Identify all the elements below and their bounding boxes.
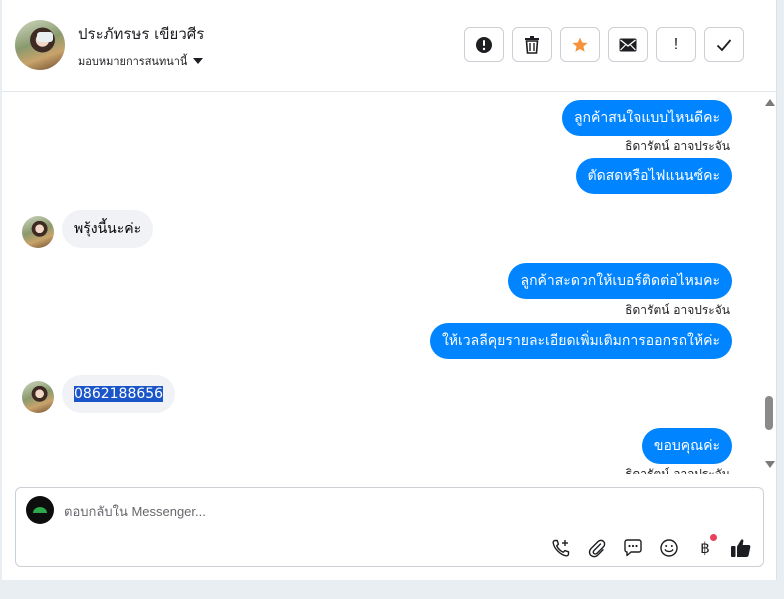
phone-plus-icon[interactable]	[549, 536, 573, 560]
check-icon	[716, 38, 732, 51]
notification-dot	[710, 534, 717, 541]
trash-icon	[525, 35, 539, 54]
incoming-message[interactable]: พรุ้งนี้นะค่ะ	[62, 210, 154, 248]
mark-unread-button[interactable]	[608, 27, 648, 62]
contact-avatar-small[interactable]	[22, 216, 54, 248]
assign-conversation-dropdown[interactable]: มอบหมายการสนทนานี้	[78, 52, 204, 70]
caret-down-icon	[193, 58, 204, 64]
reply-composer: ฿	[15, 487, 764, 567]
follow-up-button[interactable]: !	[656, 27, 696, 62]
sender-name: ธิดารัตน์ อาจประจัน	[625, 139, 730, 153]
page-logo-icon	[33, 507, 47, 513]
selected-phone-number[interactable]: 0862188656	[74, 386, 164, 402]
outgoing-message[interactable]: ลูกค้าสะดวกให้เบอร์ติดต่อไหมคะ	[508, 263, 732, 299]
report-button[interactable]	[464, 27, 504, 62]
baht-icon[interactable]: ฿	[693, 534, 717, 560]
thumbs-up-icon[interactable]	[729, 536, 753, 560]
contact-name[interactable]: ประภัทรษร เขียวศีร	[78, 22, 204, 46]
message-scrollbar[interactable]	[762, 96, 776, 470]
outgoing-message[interactable]: ให้เวลลีคุยรายละเอียดเพิ่มเติมการออกรถให…	[429, 323, 732, 359]
sender-name: ธิดารัตน์ อาจประจัน	[625, 303, 730, 317]
outgoing-message[interactable]: ขอบคุณค่ะ	[641, 428, 732, 464]
paperclip-icon[interactable]	[585, 536, 609, 560]
star-icon	[572, 37, 588, 52]
baht-glyph: ฿	[700, 539, 710, 557]
sender-name: ธิดารัตน์ อาจประจัน	[625, 467, 730, 474]
outgoing-message[interactable]: ตัดสดหรือไฟแนนซ์คะ	[575, 158, 732, 194]
delete-button[interactable]	[512, 27, 552, 62]
scroll-down-arrow-icon[interactable]	[765, 461, 775, 468]
emoji-icon[interactable]	[657, 536, 681, 560]
envelope-icon	[619, 38, 637, 51]
done-button[interactable]	[704, 27, 744, 62]
message-list[interactable]: ลูกค้าสนใจแบบไหนดีคะ ธิดารัตน์ อาจประจัน…	[2, 92, 760, 474]
outgoing-message[interactable]: ลูกค้าสนใจแบบไหนดีคะ	[561, 100, 732, 136]
page-avatar	[26, 496, 54, 524]
composer-toolbar: ฿	[549, 534, 753, 560]
scroll-up-arrow-icon[interactable]	[765, 99, 775, 106]
incoming-message[interactable]: 0862188656	[62, 375, 176, 413]
contact-avatar-small[interactable]	[22, 381, 54, 413]
star-button[interactable]	[560, 27, 600, 62]
conversation-panel: ประภัทรษร เขียวศีร มอบหมายการสนทนานี้ ! …	[2, 0, 777, 580]
assign-label: มอบหมายการสนทนานี้	[78, 55, 188, 68]
alert-circle-icon	[476, 36, 492, 53]
scrollbar-thumb[interactable]	[765, 396, 773, 430]
exclamation-icon: !	[673, 35, 679, 53]
contact-avatar[interactable]	[15, 20, 65, 70]
header-actions: !	[464, 27, 744, 62]
conversation-header: ประภัทรษร เขียวศีร มอบหมายการสนทนานี้ !	[2, 0, 777, 92]
reply-input[interactable]	[64, 502, 664, 520]
saved-replies-icon[interactable]	[621, 536, 645, 560]
